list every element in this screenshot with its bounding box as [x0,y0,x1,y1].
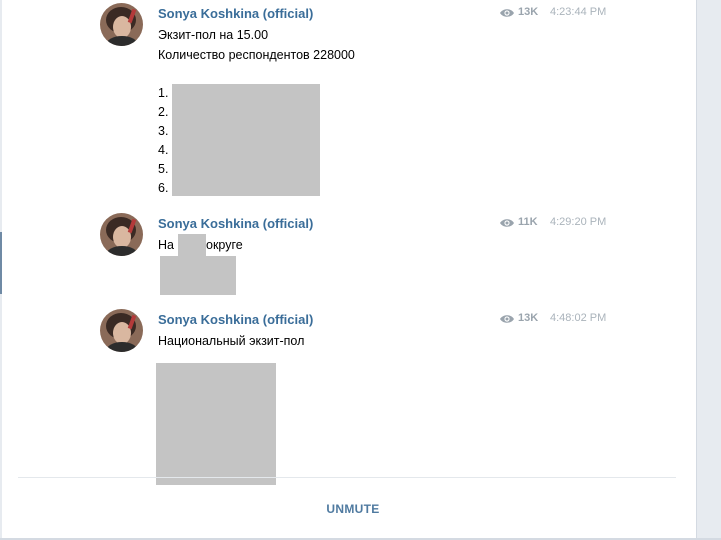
footer-divider [18,477,676,478]
views-count: 13K [518,6,539,18]
chat-history-panel[interactable]: Sonya Koshkina (official) 13K 4:23:44 PM… [2,0,696,540]
message-text-start: На [158,238,174,252]
redacted-block [160,256,236,295]
eye-icon [500,315,514,323]
message-meta: 13K 4:48:02 PM [499,311,609,327]
panel-border [696,0,697,540]
message-meta: 13K 4:23:44 PM [499,5,609,21]
list-number: 1. [158,86,169,100]
unmute-button[interactable]: UNMUTE [298,497,408,521]
message-2: Sonya Koshkina (official) 11K 4:29:20 PM… [2,210,696,300]
author-name[interactable]: Sonya Koshkina (official) [158,312,313,327]
list-number: 4. [158,143,169,157]
author-name[interactable]: Sonya Koshkina (official) [158,216,313,231]
redacted-photo[interactable] [156,363,276,485]
views-count: 11K [518,216,538,228]
eye-icon [500,9,514,17]
views-count: 13K [518,312,539,324]
message-time[interactable]: 4:23:44 PM [550,6,606,18]
message-text-end: округе [206,238,243,252]
eye-icon [500,219,514,227]
list-number: 2. [158,105,169,119]
author-avatar[interactable] [100,213,143,256]
message-time[interactable]: 4:29:20 PM [550,216,606,228]
message-line: Национальный экзит-пол [158,334,305,348]
message-line: Количество респондентов 228000 [158,48,355,62]
list-number: 3. [158,124,169,138]
message-1: Sonya Koshkina (official) 13K 4:23:44 PM… [2,0,696,205]
author-name[interactable]: Sonya Koshkina (official) [158,6,313,21]
message-3: Sonya Koshkina (official) 13K 4:48:02 PM… [2,306,696,486]
redacted-block [172,84,320,196]
list-number: 5. [158,162,169,176]
redacted-word [178,234,206,256]
author-avatar[interactable] [100,3,143,46]
message-meta: 11K 4:29:20 PM [499,215,609,231]
message-line: Экзит-пол на 15.00 [158,28,269,42]
list-number: 6. [158,181,169,195]
author-avatar[interactable] [100,309,143,352]
message-time[interactable]: 4:48:02 PM [550,312,606,324]
